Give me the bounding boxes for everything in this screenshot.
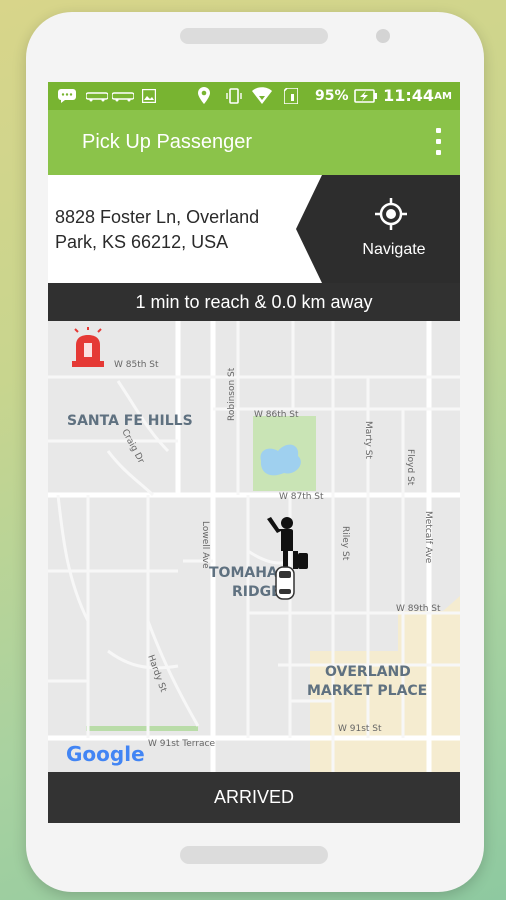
street-label: Riley St: [340, 526, 350, 561]
car-icon: [275, 566, 295, 600]
street-label: W 89th St: [396, 604, 441, 614]
cab-notification-icon: [86, 92, 108, 102]
street-label: Marty St: [363, 421, 373, 459]
green-strip: [86, 726, 198, 731]
clock-ampm: AM: [434, 91, 452, 102]
eta-bar: 1 min to reach & 0.0 km away: [48, 283, 460, 321]
arrived-button[interactable]: ARRIVED: [48, 772, 460, 823]
vibrate-icon: [226, 88, 242, 104]
clock-time: 11:44: [383, 86, 434, 105]
area-label-overland-1: OVERLAND: [325, 664, 411, 680]
gps-target-icon: [375, 198, 407, 230]
wifi-icon: [252, 87, 272, 104]
pickup-address: 8828 Foster Ln, Overland Park, KS 66212,…: [55, 205, 295, 255]
app-screen: 95% 11:44 AM Pick Up Passenger 8828 Fost…: [48, 82, 460, 823]
area-label-tomahawk-1: TOMAHA: [209, 565, 278, 581]
chat-icon: [58, 89, 76, 103]
street-label: W 85th St: [114, 360, 159, 370]
page-title: Pick Up Passenger: [82, 131, 253, 153]
address-line-2: Park, KS 66212, USA: [55, 232, 229, 252]
street-label: W 86th St: [254, 410, 299, 420]
street-label: W 91st St: [338, 724, 382, 734]
status-bar: 95% 11:44 AM: [48, 82, 460, 110]
phone-speaker: [180, 28, 328, 44]
address-line-1: 8828 Foster Ln, Overland: [55, 207, 260, 227]
battery-percent: 95%: [315, 88, 349, 104]
location-icon: [198, 87, 210, 104]
phone-camera: [376, 29, 390, 43]
area-label-tomahawk-2: RIDGE: [232, 584, 281, 600]
map-view[interactable]: SANTA FE HILLS TOMAHA RIDGE OVERLAND MAR…: [48, 321, 460, 772]
navigate-label: Navigate: [362, 241, 426, 258]
street-label: Lowell Ave: [200, 521, 210, 569]
street-label: Floyd St: [405, 449, 415, 486]
map-canvas[interactable]: SANTA FE HILLS TOMAHA RIDGE OVERLAND MAR…: [48, 321, 460, 772]
cab-notification-icon: [112, 92, 134, 102]
street-label: Robinson St: [227, 367, 237, 421]
navigate-button[interactable]: Navigate: [296, 175, 460, 283]
signal-icon: [284, 88, 298, 104]
street-label: W 87th St: [279, 492, 324, 502]
google-logo: Google: [66, 742, 145, 766]
area-label-overland-2: MARKET PLACE: [307, 683, 427, 699]
battery-charging-icon: [354, 89, 377, 103]
image-icon: [142, 89, 156, 103]
lake: [260, 444, 301, 476]
phone-home-bar: [180, 846, 328, 864]
pickup-address-panel: 8828 Foster Ln, Overland Park, KS 66212,…: [48, 175, 460, 283]
street-label: Metcalf Ave: [423, 511, 433, 564]
area-label-santa-fe-hills: SANTA FE HILLS: [67, 413, 193, 429]
overflow-menu-icon[interactable]: [434, 128, 442, 158]
street-label: W 91st Terrace: [148, 739, 216, 749]
app-toolbar: Pick Up Passenger: [48, 110, 460, 175]
